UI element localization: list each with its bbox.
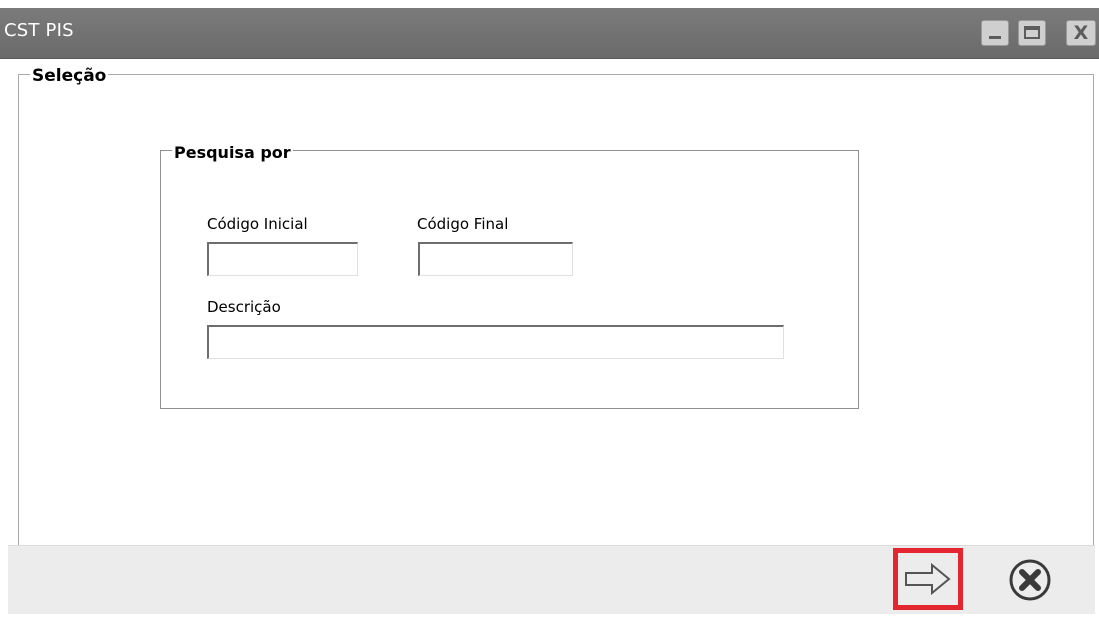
window-title: CST PIS (4, 20, 74, 41)
cancel-circle-icon (1009, 559, 1051, 601)
next-button[interactable] (893, 548, 963, 610)
selection-legend: Seleção (30, 66, 109, 86)
right-edge (1095, 59, 1099, 625)
search-legend: Pesquisa por (172, 143, 293, 162)
cancel-button[interactable] (1003, 556, 1057, 604)
title-bar[interactable]: CST PIS X (0, 8, 1099, 59)
descricao-label: Descrição (207, 298, 281, 316)
codigo-final-input[interactable] (418, 242, 573, 276)
codigo-inicial-label: Código Inicial (207, 215, 308, 233)
descricao-input[interactable] (207, 325, 784, 359)
maximize-button[interactable] (1018, 20, 1046, 46)
codigo-inicial-input[interactable] (207, 242, 358, 276)
minimize-icon (989, 36, 1001, 39)
minimize-button[interactable] (981, 20, 1009, 46)
window: CST PIS X Seleção Pesquisa por Código In… (0, 0, 1099, 625)
close-button[interactable]: X (1066, 20, 1096, 46)
search-groupbox (160, 150, 859, 409)
close-icon: X (1073, 22, 1089, 44)
maximize-icon (1024, 26, 1040, 39)
codigo-final-label: Código Final (417, 215, 509, 233)
top-strip (0, 0, 1099, 8)
arrow-right-icon (905, 562, 951, 596)
